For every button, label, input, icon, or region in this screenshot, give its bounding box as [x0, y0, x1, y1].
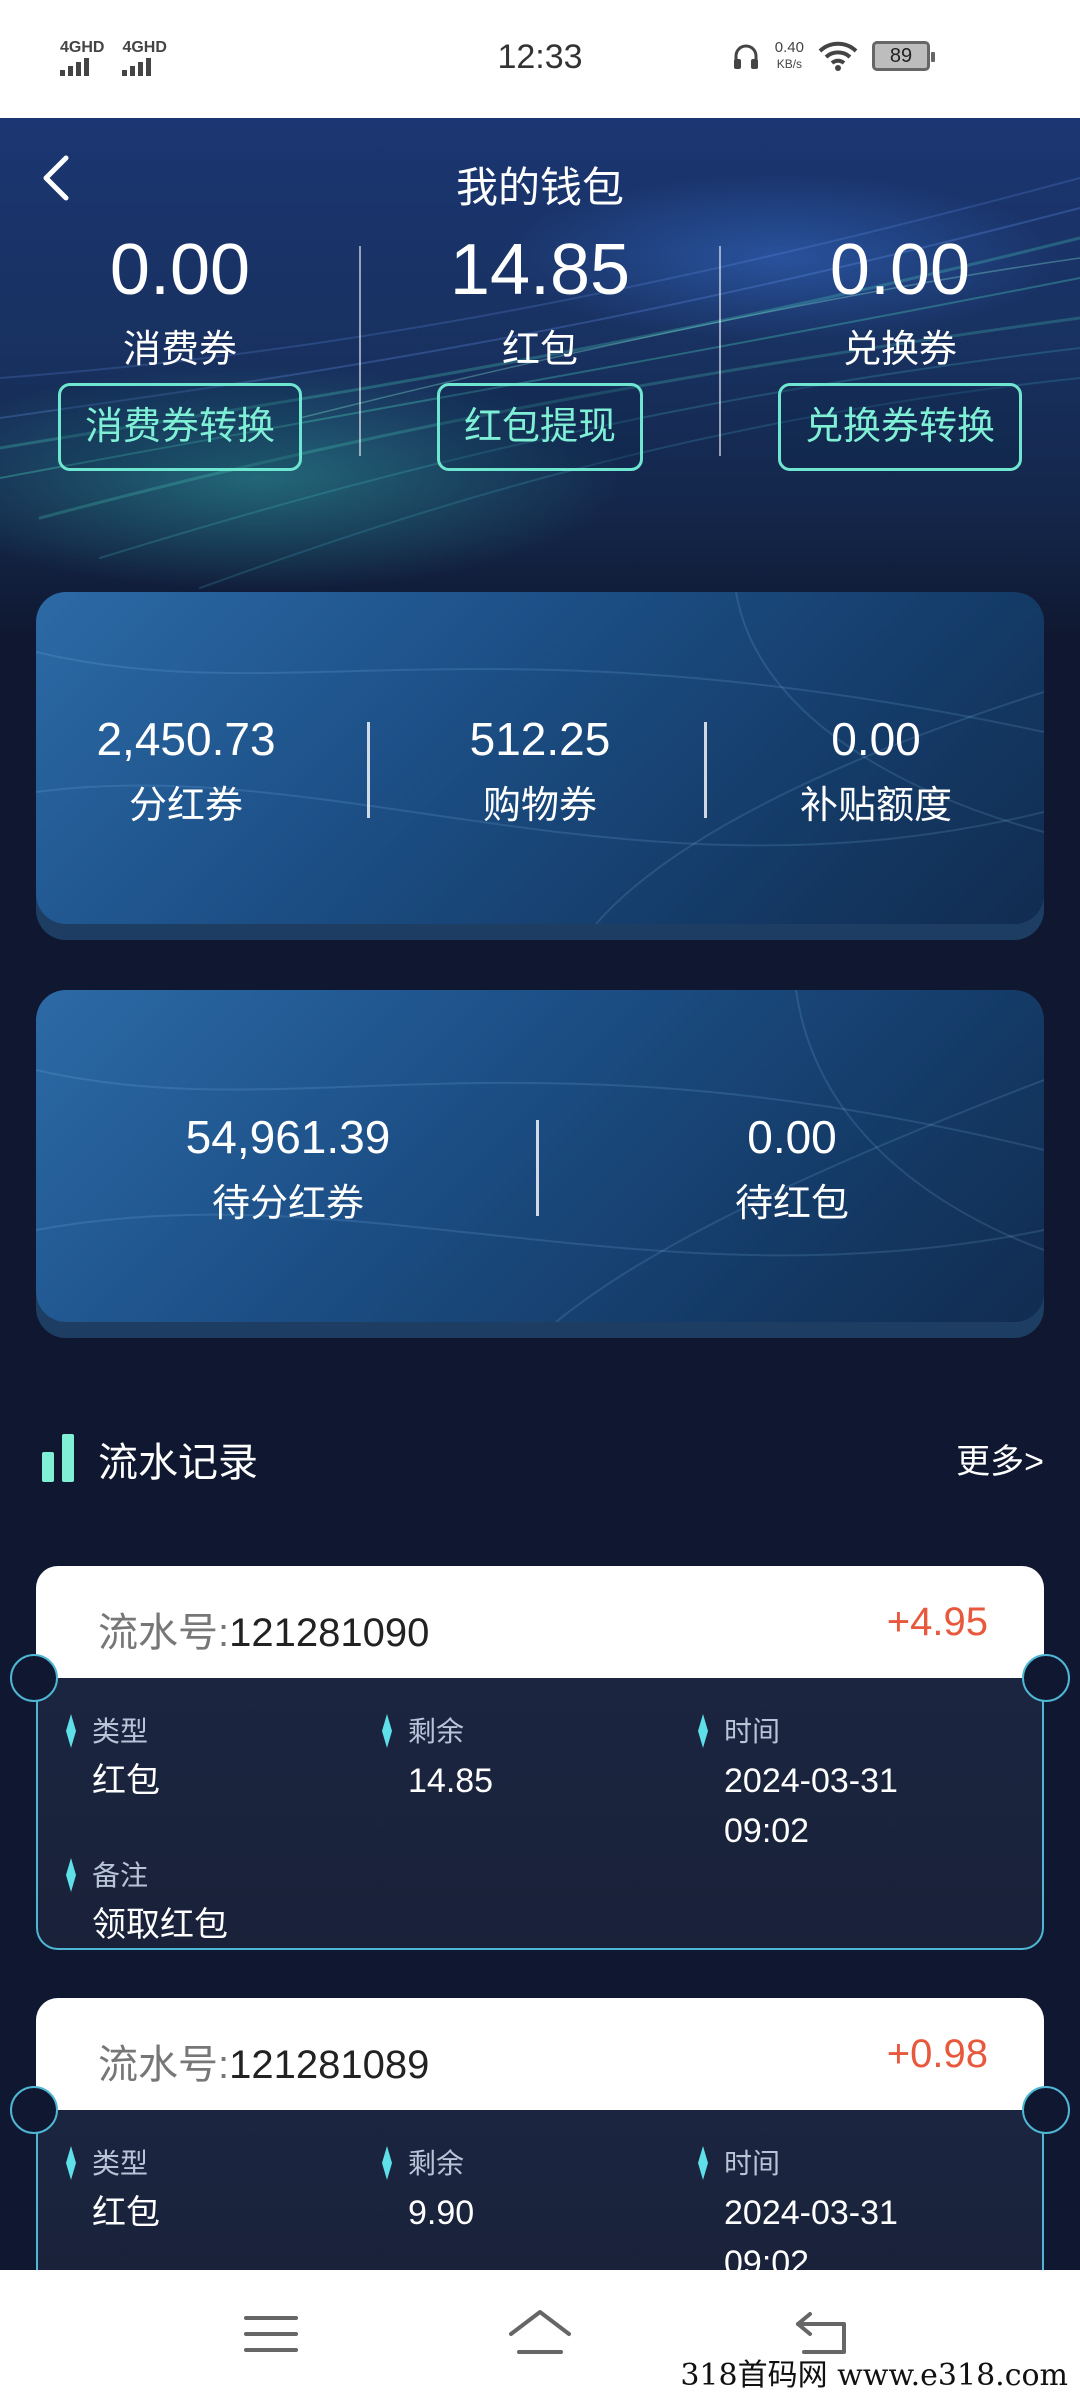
battery-icon: 89 [872, 41, 935, 71]
field-time: 时间 2024-03-31 09:02 [690, 2142, 1010, 2288]
record-header: 流水号:121281089 +0.98 [36, 1998, 1044, 2110]
stat-value: 0.00 [109, 230, 251, 310]
balance-card-2: 54,961.39 待分红券 0.00 待红包 [36, 990, 1044, 1322]
field-remaining: 剩余 14.85 [374, 1710, 674, 1806]
status-bar: 4GHD 4GHD 12:33 0.40 KB/s 89 [0, 0, 1080, 118]
field-label: 备注 [92, 1860, 149, 1891]
record-header: 流水号:121281090 +4.95 [36, 1566, 1044, 1678]
stat-subsidy-quota: 0.00 补贴额度 [708, 712, 1044, 829]
diamond-icon [66, 1714, 76, 1748]
record-number: 流水号:121281090 [98, 1600, 429, 1658]
balance-card-1: 2,450.73 分红券 512.25 购物券 0.00 补贴额度 [36, 592, 1044, 924]
record-details: 类型 红包 剩余 14.85 时间 2024-03-31 09:02 备注 领取… [36, 1678, 1044, 1950]
stat-value: 0.00 [829, 230, 971, 310]
stat-label: 分红券 [128, 785, 243, 827]
field-value: 红包 [92, 1762, 160, 1800]
speed-unit: KB/s [776, 57, 803, 71]
wifi-icon [818, 41, 858, 71]
transaction-record[interactable]: 流水号:121281090 +4.95 类型 红包 剩余 14.85 时间 20… [10, 1566, 1070, 1950]
stat-value: 512.25 [469, 713, 611, 765]
field-label: 时间 [724, 2148, 781, 2179]
watermark: 318首码网 www.e318.com [680, 2358, 1068, 2393]
record-number-value: 121281090 [229, 1611, 430, 1655]
stat-label: 待红包 [734, 1183, 849, 1225]
diamond-icon [382, 1714, 392, 1748]
bar-chart-icon [42, 1434, 74, 1482]
diamond-icon [698, 1714, 708, 1748]
diamond-icon [66, 1858, 76, 1892]
battery-level: 89 [889, 45, 913, 67]
records-header: 流水记录 更多> [36, 1420, 1044, 1490]
record-amount: +0.98 [886, 2032, 988, 2076]
status-right: 0.40 KB/s 89 [731, 40, 935, 72]
stat-label: 待分红券 [211, 1183, 364, 1225]
field-value: 领取红包 [92, 1906, 228, 1944]
field-remaining: 剩余 9.90 [374, 2142, 674, 2238]
field-type: 类型 红包 [58, 2142, 358, 2238]
ticket-notch [1022, 1654, 1070, 1702]
stat-value: 0.00 [747, 1111, 837, 1163]
stat-shopping-voucher: 512.25 购物券 [372, 712, 708, 829]
more-link[interactable]: 更多> [956, 1434, 1044, 1483]
divider [704, 722, 707, 818]
stat-value: 2,450.73 [96, 713, 276, 765]
field-label: 类型 [92, 2148, 149, 2179]
network-speed: 0.40 KB/s [775, 40, 804, 72]
field-value: 2024-03-31 09:02 [724, 1756, 1010, 1856]
divider [536, 1120, 539, 1216]
divider [367, 722, 370, 818]
record-number-value: 121281089 [229, 2043, 430, 2087]
field-label: 剩余 [408, 2148, 465, 2179]
record-number: 流水号:121281089 [98, 2032, 429, 2090]
time-date: 2024-03-31 [724, 1762, 898, 1800]
home-icon[interactable] [505, 2304, 575, 2364]
ticket-notch [10, 1654, 58, 1702]
stat-dividend-voucher: 2,450.73 分红券 [36, 712, 336, 829]
time-date: 2024-03-31 [724, 2194, 898, 2232]
ticket-notch [10, 2086, 58, 2134]
stat-label: 补贴额度 [799, 785, 952, 827]
stat-label: 购物券 [482, 785, 597, 827]
stat-consumption-voucher: 0.00 消费券 消费券转换 [0, 230, 360, 471]
field-time: 时间 2024-03-31 09:02 [690, 1710, 1010, 1856]
time-clock: 09:02 [724, 1812, 810, 1850]
field-label: 时间 [724, 1716, 781, 1747]
transaction-record[interactable]: 流水号:121281089 +0.98 类型 红包 剩余 9.90 时间 202… [10, 1998, 1070, 2300]
field-value: 14.85 [408, 1762, 494, 1800]
diamond-icon [66, 2146, 76, 2180]
withdraw-red-packet-button[interactable]: 红包提现 [436, 383, 643, 471]
field-value: 红包 [92, 2194, 160, 2232]
stat-value: 14.85 [449, 230, 631, 310]
speed-value: 0.40 [774, 39, 804, 56]
diamond-icon [382, 2146, 392, 2180]
page-title: 我的钱包 [455, 164, 624, 211]
diamond-icon [698, 2146, 708, 2180]
stat-label: 兑换券 [842, 329, 957, 371]
stat-value: 0.00 [831, 713, 921, 765]
system-nav-bar: 318首码网 www.e318.com [0, 2270, 1080, 2400]
field-label: 类型 [92, 1716, 149, 1747]
record-number-prefix: 流水号: [98, 2043, 230, 2087]
ticket-notch [1022, 2086, 1070, 2134]
stat-label: 消费券 [122, 329, 237, 371]
field-value: 9.90 [408, 2194, 475, 2232]
stat-red-packet: 14.85 红包 红包提现 [360, 230, 720, 471]
stat-pending-dividend: 54,961.39 待分红券 [36, 1110, 540, 1227]
stat-value: 54,961.39 [185, 1111, 391, 1163]
field-label: 剩余 [408, 1716, 465, 1747]
headphones-icon [733, 44, 758, 69]
section-title: 流水记录 [98, 1441, 258, 1485]
field-type: 类型 红包 [58, 1710, 358, 1806]
stat-exchange-voucher: 0.00 兑换券 兑换券转换 [720, 230, 1080, 471]
wallet-header: 我的钱包 0.00 消费券 消费券转换 14.85 红包 红包提现 0.00 兑… [0, 118, 1080, 638]
stat-pending-red-packet: 0.00 待红包 [540, 1110, 1044, 1227]
menu-icon[interactable] [236, 2304, 306, 2364]
field-note: 备注 领取红包 [58, 1854, 458, 1950]
stat-label: 红包 [501, 329, 578, 371]
record-amount: +4.95 [886, 1600, 988, 1644]
record-number-prefix: 流水号: [98, 1611, 230, 1655]
convert-consumption-button[interactable]: 消费券转换 [57, 383, 302, 471]
convert-exchange-button[interactable]: 兑换券转换 [777, 383, 1022, 471]
